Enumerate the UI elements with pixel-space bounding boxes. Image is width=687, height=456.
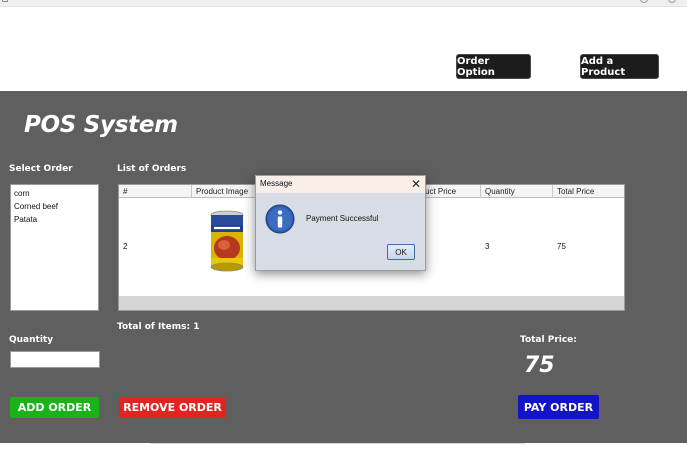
column-header-product-price[interactable]: uct Price: [425, 185, 481, 198]
list-item[interactable]: Corned beef: [14, 200, 95, 213]
dialog-body: Payment Successful OK: [256, 193, 425, 270]
close-window-icon[interactable]: [668, 0, 676, 3]
divider: [150, 443, 525, 444]
minimize-icon[interactable]: [640, 0, 648, 3]
top-bar: Order Option Add a Product: [0, 7, 687, 91]
list-item[interactable]: Patata: [14, 213, 95, 226]
close-icon[interactable]: ✕: [411, 176, 421, 192]
dialog-titlebar: Message ✕: [256, 176, 425, 193]
list-of-orders-label: List of Orders: [117, 164, 187, 174]
select-order-label: Select Order: [9, 164, 73, 174]
quantity-input[interactable]: [10, 351, 100, 368]
pay-order-button[interactable]: PAY ORDER: [518, 395, 599, 419]
ok-button[interactable]: OK: [387, 244, 415, 260]
order-option-button[interactable]: Order Option: [456, 54, 531, 79]
total-items-text: Total of Items:: [117, 322, 191, 332]
app-title: POS System: [24, 112, 178, 138]
info-icon: [265, 204, 295, 234]
add-product-button[interactable]: Add a Product: [580, 54, 659, 79]
total-items-label: Total of Items: 1: [117, 322, 199, 332]
window-titlebar: [0, 0, 687, 7]
pos-window: Order Option Add a Product POS System Se…: [0, 0, 687, 456]
window-icon: [2, 0, 8, 2]
message-dialog[interactable]: Message ✕ Payment Successful OK: [255, 175, 426, 271]
dialog-title: Message: [260, 179, 293, 188]
total-price-label: Total Price:: [520, 335, 577, 345]
row-quantity-cell: 3: [485, 242, 490, 251]
column-header-number[interactable]: #: [119, 185, 192, 198]
list-item[interactable]: corn: [14, 187, 95, 200]
canned-meat-image: [210, 210, 244, 272]
column-header-total-price[interactable]: Total Price: [553, 185, 624, 198]
remove-order-button[interactable]: REMOVE ORDER: [119, 397, 226, 418]
select-order-list[interactable]: corn Corned beef Patata: [10, 184, 99, 311]
column-header-quantity[interactable]: Quantity: [481, 185, 553, 198]
add-order-button[interactable]: ADD ORDER: [10, 397, 99, 418]
total-price-value: 75: [524, 353, 555, 378]
table-horizontal-scrollbar[interactable]: [119, 296, 624, 310]
row-total-price-cell: 75: [557, 242, 566, 251]
total-items-value: 1: [193, 322, 200, 332]
row-number-cell: 2: [123, 242, 128, 251]
quantity-label: Quantity: [9, 335, 54, 345]
window-bottom-strip: [0, 443, 687, 456]
dialog-message: Payment Successful: [306, 214, 379, 223]
